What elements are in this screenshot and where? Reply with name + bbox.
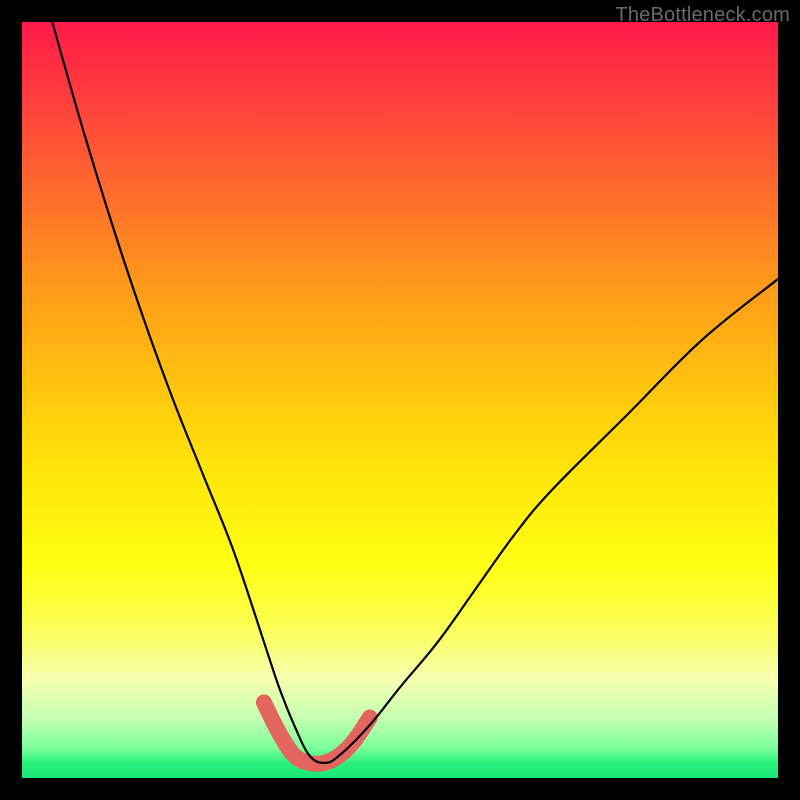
watermark-text: TheBottleneck.com bbox=[615, 4, 790, 27]
chart-svg bbox=[22, 22, 778, 778]
chart-frame: { "watermark": "TheBottleneck.com", "cha… bbox=[0, 0, 800, 800]
plot-area bbox=[22, 22, 778, 778]
optimal-band-line bbox=[264, 702, 370, 764]
bottleneck-curve-line bbox=[52, 22, 778, 763]
